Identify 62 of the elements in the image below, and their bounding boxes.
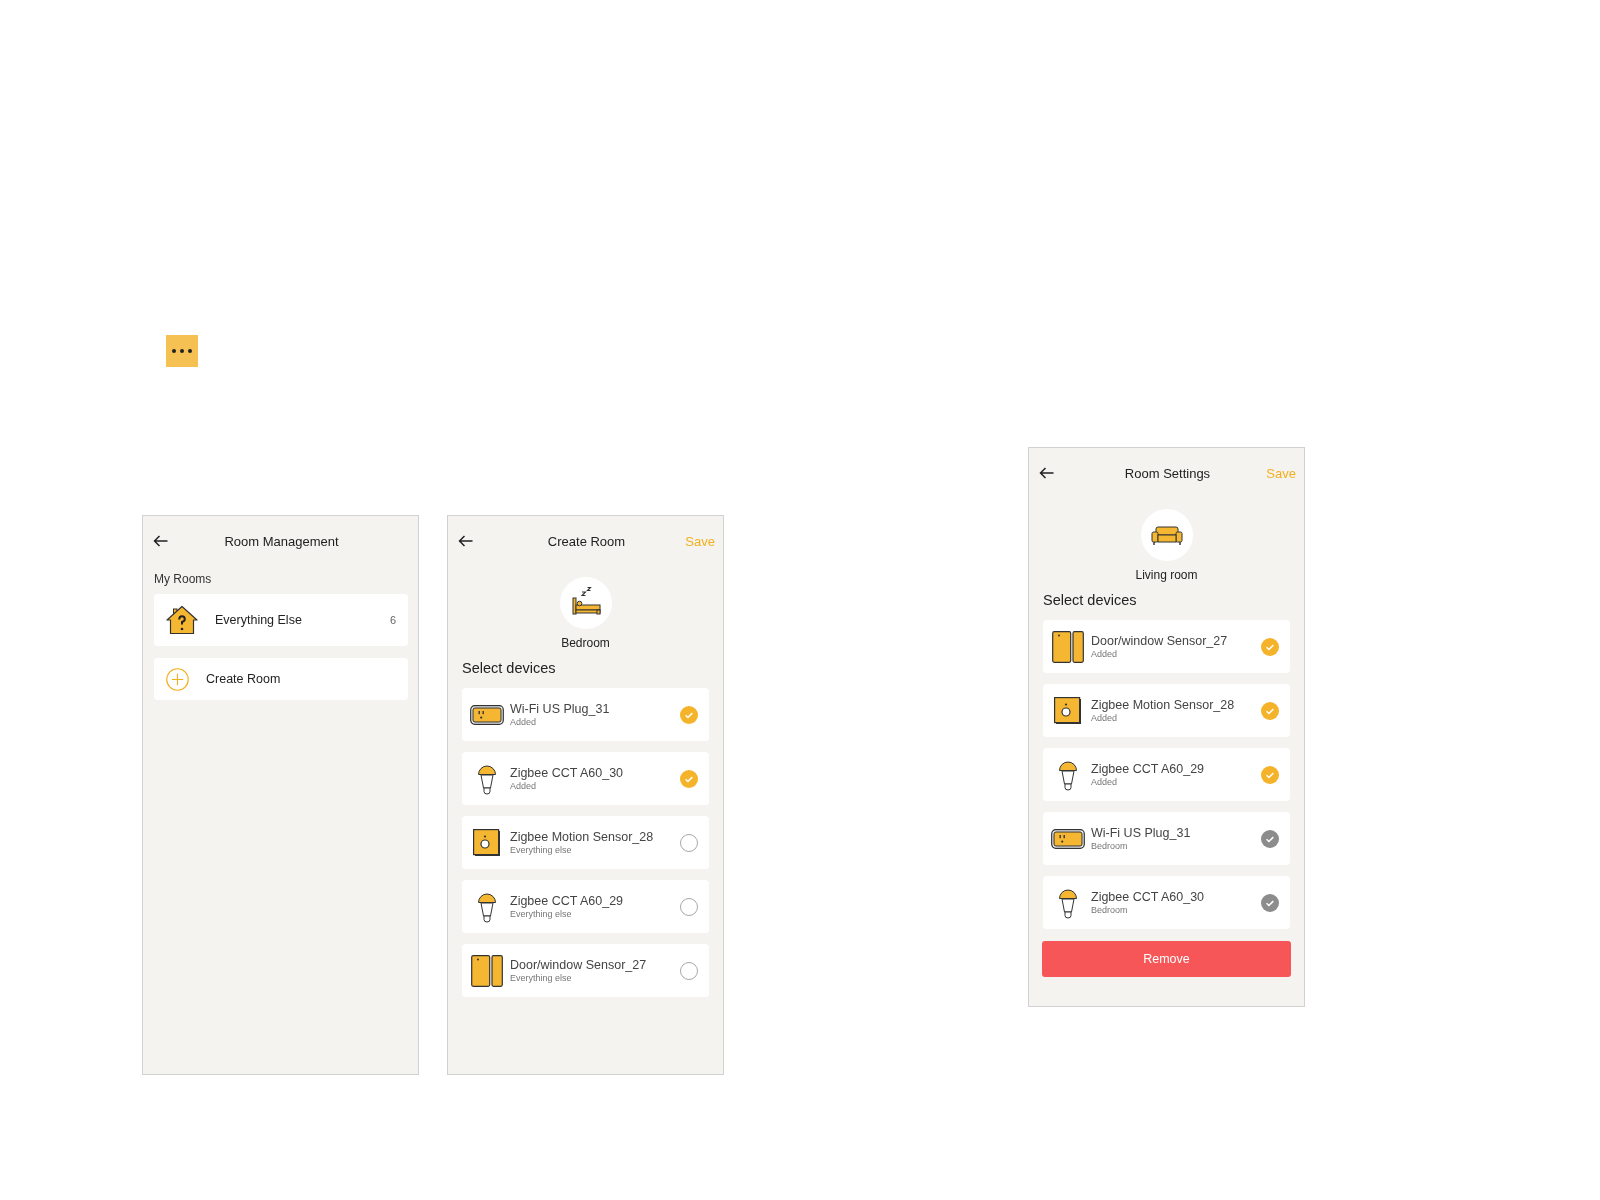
device-name: Zigbee CCT A60_29 (1091, 761, 1205, 777)
door-sensor-icon (1052, 630, 1084, 663)
device-name: Wi-Fi US Plug_31 (1091, 825, 1191, 841)
screen-title: Room Settings (1124, 465, 1211, 481)
device-name: Zigbee Motion Sensor_28 (510, 829, 654, 845)
device-row[interactable]: Zigbee Motion Sensor_28 Everything else (462, 816, 709, 869)
motion-sensor-icon (473, 828, 501, 857)
device-row[interactable]: Zigbee Motion Sensor_28 Added (1043, 684, 1290, 737)
motion-sensor-icon (1054, 696, 1082, 725)
device-status: Bedroom (1091, 840, 1128, 852)
plug-icon (470, 704, 504, 725)
back-arrow-icon[interactable] (153, 535, 168, 547)
device-status: Added (1091, 648, 1118, 660)
house-icon (166, 605, 198, 635)
device-name: Zigbee CCT A60_30 (1091, 889, 1205, 905)
device-name: Zigbee Motion Sensor_28 (1091, 697, 1235, 713)
plug-icon (1051, 828, 1085, 849)
sofa-icon (1140, 509, 1193, 561)
room-name: Everything Else (215, 613, 303, 627)
device-row[interactable]: Door/window Sensor_27 Everything else (462, 944, 709, 997)
back-arrow-icon[interactable] (458, 535, 473, 547)
section-label: My Rooms (154, 571, 213, 587)
device-name: Zigbee CCT A60_30 (510, 765, 624, 781)
device-name: Door/window Sensor_27 (510, 957, 647, 973)
device-row[interactable]: Wi-Fi US Plug_31 Added (462, 688, 709, 741)
device-row[interactable]: Door/window Sensor_27 Added (1043, 620, 1290, 673)
back-arrow-icon[interactable] (1039, 467, 1054, 479)
device-status: Added (1091, 776, 1118, 788)
checkmark-icon[interactable] (1261, 701, 1279, 720)
device-row[interactable]: Zigbee CCT A60_29 Added (1043, 748, 1290, 801)
radio-circle-icon[interactable] (680, 897, 698, 916)
plus-icon (166, 667, 189, 691)
device-row[interactable]: Zigbee CCT A60_30 Added (462, 752, 709, 805)
device-status: Everything else (510, 908, 572, 920)
create-room-button[interactable]: Create Room (154, 658, 408, 700)
bed-icon (559, 577, 612, 629)
device-count: 6 (389, 614, 396, 626)
device-status: Added (1091, 712, 1118, 724)
device-status: Everything else (510, 844, 572, 856)
device-row[interactable]: Zigbee CCT A60_29 Everything else (462, 880, 709, 933)
ellipsis-icon (166, 335, 198, 367)
device-status: Added (510, 716, 537, 728)
device-status: Everything else (510, 972, 572, 984)
device-status: Added (510, 780, 537, 792)
room-name: Bedroom (561, 635, 610, 651)
section-label: Select devices (462, 659, 557, 677)
device-status: Bedroom (1091, 904, 1128, 916)
screen-title: Room Management (224, 533, 339, 549)
device-name: Door/window Sensor_27 (1091, 633, 1228, 649)
device-name: Wi-Fi US Plug_31 (510, 701, 610, 717)
door-sensor-icon (471, 954, 503, 987)
checkmark-icon[interactable] (680, 705, 698, 724)
checkmark-icon[interactable] (1261, 637, 1279, 656)
screen-title: Create Room (547, 533, 626, 549)
section-label: Select devices (1043, 591, 1138, 609)
radio-circle-icon[interactable] (680, 833, 698, 852)
checkmark-icon[interactable] (680, 769, 698, 788)
device-name: Zigbee CCT A60_29 (510, 893, 624, 909)
room-name: Living room (1135, 567, 1198, 583)
checkmark-icon[interactable] (1261, 765, 1279, 784)
room-row[interactable]: Everything Else 6 (154, 594, 408, 646)
radio-circle-icon[interactable] (680, 961, 698, 980)
